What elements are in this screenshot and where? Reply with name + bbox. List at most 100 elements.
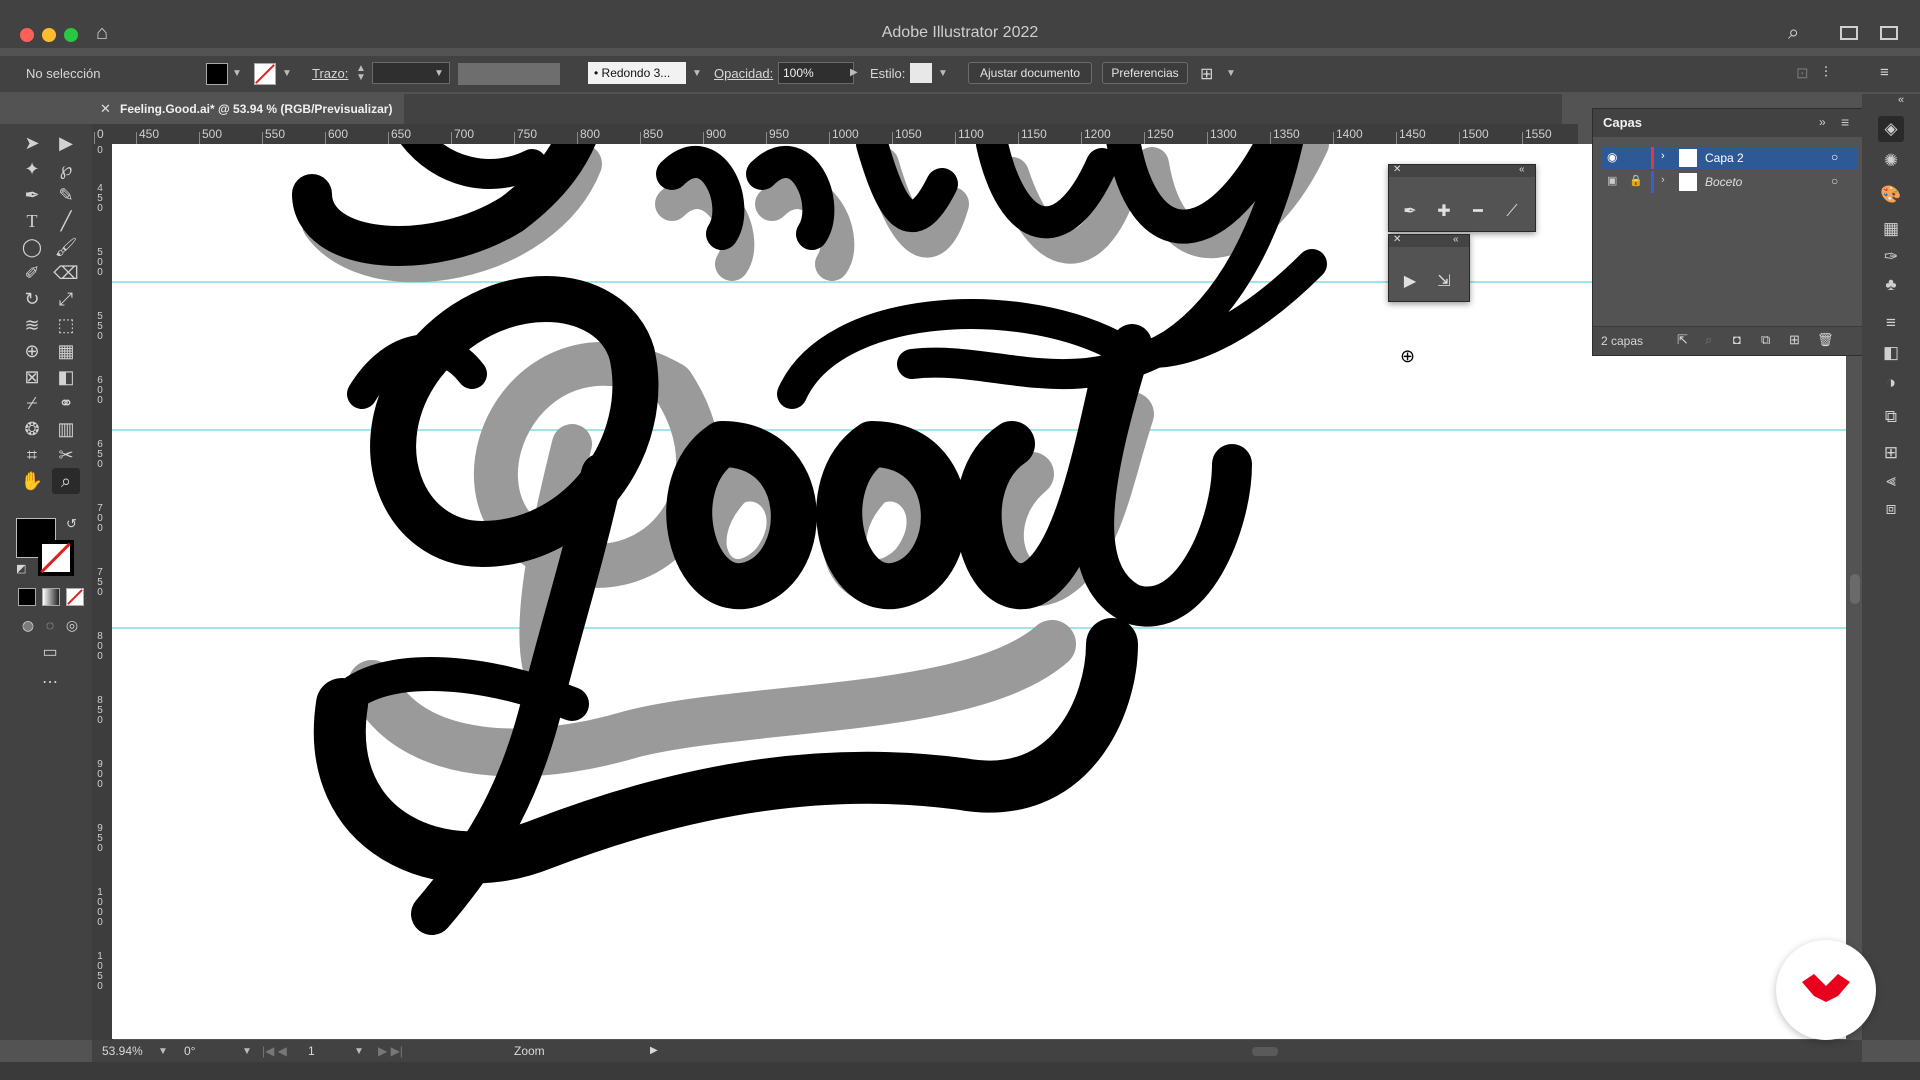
- trash-icon[interactable]: 🗑: [1817, 332, 1834, 348]
- artboard-tool-icon[interactable]: ⌗: [18, 442, 46, 468]
- curvature-tool-icon[interactable]: ✎: [52, 182, 80, 208]
- add-anchor-point-tool-icon[interactable]: ✚: [1431, 199, 1457, 225]
- vertical-scrollbar-thumb[interactable]: [1850, 574, 1860, 604]
- pen-tool-icon[interactable]: ✒: [18, 182, 46, 208]
- chevron-down-icon[interactable]: ▼: [1226, 68, 1236, 79]
- asset-export-panel-icon[interactable]: ⧉: [1878, 404, 1904, 430]
- color-mode-icon[interactable]: [18, 588, 36, 606]
- paintbrush-tool-icon[interactable]: 🖌: [52, 234, 80, 260]
- layer-name[interactable]: Boceto: [1705, 175, 1742, 189]
- stroke-panel-icon[interactable]: ≡: [1878, 310, 1904, 336]
- workspace-switcher-icon[interactable]: [1840, 26, 1858, 40]
- magic-wand-tool-icon[interactable]: ✦: [18, 156, 46, 182]
- panel-menu-icon[interactable]: ≡: [1841, 114, 1849, 130]
- layer-name[interactable]: Capa 2: [1705, 151, 1744, 165]
- zoom-level-field[interactable]: 53.94%: [102, 1044, 143, 1058]
- pathfinder-panel-icon[interactable]: ⧈: [1878, 496, 1904, 522]
- collapse-panel-icon[interactable]: »: [1819, 115, 1826, 129]
- swatches-panel-icon[interactable]: ▦: [1878, 216, 1904, 242]
- blend-tool-icon[interactable]: ⚭: [52, 390, 80, 416]
- layers-panel-title[interactable]: Capas: [1603, 115, 1642, 130]
- brush-definition-dropdown[interactable]: • Redondo 3...: [588, 62, 686, 84]
- chevron-down-icon[interactable]: ▼: [282, 68, 292, 79]
- brushes-panel-icon[interactable]: ✑: [1878, 244, 1904, 270]
- preferences-button[interactable]: Preferencias: [1102, 62, 1188, 84]
- fill-swatch[interactable]: [206, 63, 228, 85]
- chevron-right-icon[interactable]: ▶: [850, 67, 858, 78]
- symbols-panel-icon[interactable]: ♣: [1878, 272, 1904, 298]
- direct-selection-tool-icon[interactable]: ▶: [1397, 269, 1423, 295]
- align-icon[interactable]: ⫶: [1824, 64, 1828, 81]
- target-icon[interactable]: ○: [1831, 150, 1838, 164]
- none-mode-icon[interactable]: [66, 588, 84, 606]
- default-colors-icon[interactable]: ◩: [16, 562, 26, 575]
- collapse-icon[interactable]: «: [1453, 234, 1459, 245]
- rotation-field[interactable]: 0°: [184, 1044, 195, 1058]
- slice-tool-icon[interactable]: ✂: [52, 442, 80, 468]
- gradient-mode-icon[interactable]: [42, 588, 60, 606]
- shaper-tool-icon[interactable]: ✐: [18, 260, 46, 286]
- new-layer-icon[interactable]: ⊞: [1789, 332, 1800, 348]
- appearance-panel-icon[interactable]: ✺: [1878, 148, 1904, 174]
- transform-panel-icon[interactable]: ⊞: [1878, 440, 1904, 466]
- zoom-tool-icon[interactable]: ⌕: [52, 468, 80, 494]
- chevron-down-icon[interactable]: ▼: [434, 68, 444, 79]
- ellipse-tool-icon[interactable]: ◯: [18, 234, 46, 260]
- eye-icon[interactable]: ◉: [1607, 150, 1617, 164]
- chevron-right-icon[interactable]: ›: [1661, 150, 1665, 162]
- close-icon[interactable]: ✕: [1393, 164, 1401, 175]
- line-tool-icon[interactable]: ╱: [52, 208, 80, 234]
- template-layer-icon[interactable]: ▣: [1607, 174, 1617, 187]
- horizontal-scrollbar-thumb[interactable]: [1252, 1047, 1278, 1056]
- graphic-style-swatch[interactable]: [910, 63, 932, 83]
- document-setup-button[interactable]: Ajustar documento: [968, 62, 1092, 84]
- symbol-sprayer-tool-icon[interactable]: ❂: [18, 416, 46, 442]
- perspective-grid-tool-icon[interactable]: ▦: [52, 338, 80, 364]
- transform-icon[interactable]: ⊡: [1796, 64, 1809, 82]
- document-tab[interactable]: ✕ Feeling.Good.ai* @ 53.94 % (RGB/Previs…: [92, 94, 404, 124]
- layer-row-boceto[interactable]: ▣ 🔒 › Boceto ○: [1601, 171, 1857, 193]
- scale-tool-icon[interactable]: ⤢: [52, 286, 80, 312]
- group-selection-tool-icon[interactable]: ⇲: [1431, 269, 1457, 295]
- hand-tool-icon[interactable]: ✋: [18, 468, 46, 494]
- locate-object-icon[interactable]: ⌕: [1705, 332, 1712, 348]
- more-tools-icon[interactable]: ⋯: [36, 670, 64, 696]
- eyedropper-tool-icon[interactable]: ⌿: [18, 390, 46, 416]
- menu-icon[interactable]: ≡: [1880, 64, 1889, 81]
- chevron-down-icon[interactable]: ▼: [692, 68, 702, 79]
- warp-tool-icon[interactable]: ≋: [18, 312, 46, 338]
- gradient-tool-icon[interactable]: ◧: [52, 364, 80, 390]
- chevron-down-icon[interactable]: ▼: [354, 1046, 364, 1057]
- chevron-down-icon[interactable]: ▼: [232, 68, 242, 79]
- draw-inside-icon[interactable]: ◎: [58, 612, 86, 638]
- clipping-mask-icon[interactable]: ◘: [1733, 332, 1741, 347]
- stroke-color-box[interactable]: [38, 540, 74, 576]
- artboard-number-field[interactable]: 1: [308, 1044, 315, 1058]
- direct-selection-tool-icon[interactable]: ▶: [52, 130, 80, 156]
- stroke-stepper-icon[interactable]: ▲ ▼: [356, 64, 366, 83]
- chevron-down-icon[interactable]: ▼: [158, 1046, 168, 1057]
- gradient-panel-icon[interactable]: ◧: [1878, 340, 1904, 366]
- pen-tool-icon[interactable]: ✒: [1397, 199, 1423, 225]
- type-tool-icon[interactable]: T: [18, 208, 46, 234]
- shape-builder-tool-icon[interactable]: ⊕: [18, 338, 46, 364]
- selection-tool-icon[interactable]: ➤: [18, 130, 46, 156]
- export-icon[interactable]: ⇱: [1677, 332, 1688, 348]
- swap-colors-icon[interactable]: ↺: [66, 516, 77, 532]
- chevron-right-icon[interactable]: ▶: [650, 1045, 658, 1056]
- collapse-icon[interactable]: «: [1519, 164, 1525, 175]
- color-panel-icon[interactable]: 🎨: [1878, 182, 1904, 208]
- anchor-point-tool-icon[interactable]: ⟋: [1499, 199, 1525, 225]
- arrange-documents-icon[interactable]: [1880, 26, 1898, 40]
- target-icon[interactable]: ○: [1831, 174, 1838, 188]
- new-sublayer-icon[interactable]: ⧉: [1761, 332, 1770, 348]
- transparency-panel-icon[interactable]: ◑: [1878, 370, 1904, 396]
- screen-mode-icon[interactable]: ▭: [36, 640, 64, 666]
- opacity-input[interactable]: 100%: [778, 62, 854, 84]
- align-panel-icon[interactable]: ⫷: [1878, 468, 1904, 494]
- free-transform-tool-icon[interactable]: ⬚: [52, 312, 80, 338]
- chevron-down-icon[interactable]: ▼: [242, 1046, 252, 1057]
- close-tab-icon[interactable]: ✕: [100, 101, 111, 117]
- last-artboard-icon[interactable]: ▶ ▶|: [378, 1044, 403, 1058]
- chevron-down-icon[interactable]: ▼: [938, 68, 948, 79]
